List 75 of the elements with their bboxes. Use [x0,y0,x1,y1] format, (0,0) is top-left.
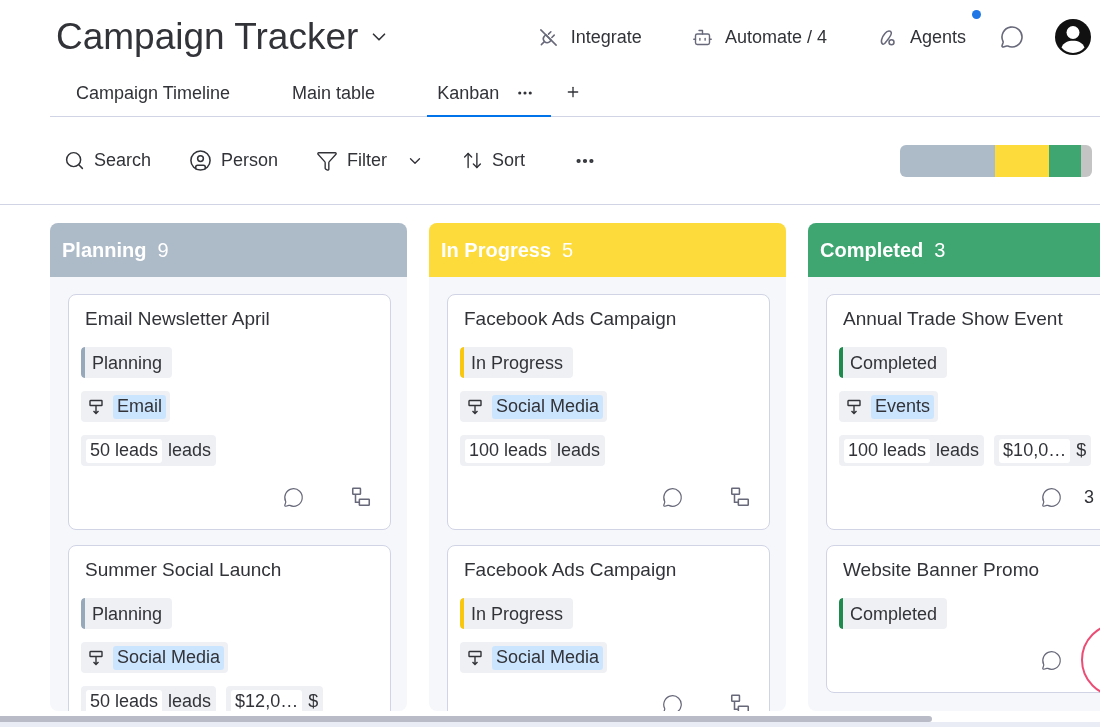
tag-arrow-icon [88,649,104,666]
status-text: Planning [92,351,163,374]
number-value: 50 leads [86,438,163,463]
card-title: Summer Social Launch [85,558,283,582]
card-title: Website Banner Promo [843,558,1041,582]
column-count: 9 [157,238,169,263]
number-value: 50 leads [86,689,163,711]
subitems-icon[interactable] [729,693,751,711]
number-unit: leads [557,439,601,462]
chat-bubble-icon[interactable] [1041,649,1062,671]
column-title: Completed [820,238,924,263]
card-title: Facebook Ads Campaign [464,307,678,331]
column-count: 5 [562,238,574,263]
toolbar-button[interactable]: Search [64,142,152,179]
tag-arrow-icon [88,398,104,415]
card-title: Annual Trade Show Event [843,307,1064,331]
column-title: Planning [62,238,147,263]
channel-name: Email [113,394,166,419]
chat-bubble-icon[interactable] [662,693,683,711]
view-tab[interactable]: Kanban [427,77,552,117]
header-action-button[interactable]: Automate / 4 [683,19,835,55]
task-card[interactable]: Annual Trade Show Event Completed Events 100 leads leads $10,0… $ 3 [826,294,1100,530]
channel-name: Social Media [113,645,225,670]
column-title: In Progress [441,238,552,263]
number-value: $10,0… [999,438,1071,463]
status-text: Completed [850,602,938,625]
number-unit: leads [168,439,212,462]
header-action-button[interactable]: Agents [868,19,974,55]
status-text: Completed [850,351,938,374]
channel-name: Events [871,394,935,419]
board-title: Campaign Tracker [56,16,359,58]
chat-bubble-icon[interactable] [662,486,683,508]
filter-icon [316,149,339,172]
status-text: In Progress [471,602,564,625]
status-distribution-bar[interactable] [900,144,1092,177]
view-tab[interactable]: Main table [282,77,386,117]
task-card[interactable]: Website Banner Promo Completed [826,545,1100,693]
subitems-icon[interactable] [350,486,372,508]
card-title: Facebook Ads Campaign [464,558,678,582]
status-text: Planning [92,602,163,625]
channel-name: Social Media [492,645,604,670]
sort-icon [462,150,484,171]
horizontal-scrollbar[interactable] [0,716,932,722]
avatar-icon[interactable] [1055,19,1091,55]
person-icon [189,149,213,172]
task-card[interactable]: Summer Social Launch Planning Social Media 50 leads leads $12,0… $ [68,545,391,711]
view-tab[interactable]: Campaign Timeline [66,77,241,117]
chat-bubble-icon[interactable] [1041,486,1062,508]
status-text: In Progress [471,351,564,374]
tag-arrow-icon [846,398,862,415]
number-value: 100 leads [844,438,931,463]
tag-arrow-icon [467,398,483,415]
chat-bubble-icon[interactable] [283,486,304,508]
column-count: 3 [934,238,946,263]
toolbar-button[interactable]: Person [189,142,279,179]
crossed-plug-icon [537,26,559,48]
number-unit: leads [168,690,212,711]
search-icon [64,150,85,171]
number-unit: $ [1076,439,1087,462]
task-card[interactable]: Facebook Ads Campaign In Progress Social Media 100 leads leads [447,294,770,530]
channel-name: Social Media [492,394,604,419]
toolbar-button[interactable]: Filter [316,142,425,179]
card-title: Email Newsletter April [85,307,271,331]
number-value: 100 leads [465,438,552,463]
subitems-icon[interactable] [729,486,751,508]
number-value: $12,0… [231,689,303,711]
number-unit: $ [308,690,319,711]
task-card[interactable]: Email Newsletter April Planning Email 50 leads leads [68,294,391,530]
task-card[interactable]: Facebook Ads Campaign In Progress Social Media [447,545,770,711]
subitems-count: 3 [1084,486,1094,508]
chat-icon[interactable] [1000,25,1024,49]
header-action-button[interactable]: Integrate [529,19,650,55]
tag-arrow-icon [467,649,483,666]
number-unit: leads [936,439,980,462]
toolbar-button[interactable]: Sort [462,142,526,179]
